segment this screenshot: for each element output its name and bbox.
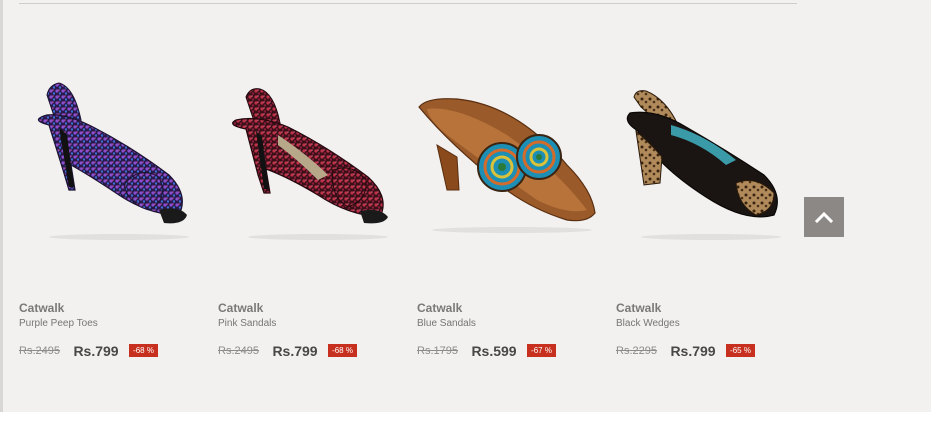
product-listing-page: Catwalk Purple Peep Toes Rs.2495 Rs.799 … (0, 0, 931, 422)
original-price: Rs.1795 (417, 344, 458, 357)
discount-badge: -67 % (527, 344, 556, 358)
price-row: Rs.2295 Rs.799 -65 % (616, 342, 755, 362)
sale-price: Rs.799 (670, 342, 716, 359)
product-brand[interactable]: Catwalk (19, 301, 64, 315)
product-card[interactable]: Catwalk Pink Sandals Rs.2495 Rs.799 -68 … (218, 65, 403, 370)
sale-price: Rs.599 (471, 342, 517, 359)
product-card[interactable]: Catwalk Black Wedges Rs.2295 Rs.799 -65 … (616, 65, 801, 370)
product-image-blue-sandals[interactable] (417, 65, 602, 245)
product-name[interactable]: Black Wedges (616, 318, 680, 329)
shoe-illustration (626, 90, 781, 240)
product-name[interactable]: Purple Peep Toes (19, 318, 98, 329)
product-card[interactable]: Catwalk Blue Sandals Rs.1795 Rs.599 -67 … (417, 65, 602, 370)
page-left-border (0, 0, 3, 412)
discount-badge: -65 % (726, 344, 755, 358)
product-image-pink-sandals[interactable] (218, 65, 403, 245)
product-brand[interactable]: Catwalk (616, 301, 661, 315)
price-row: Rs.2495 Rs.799 -68 % (19, 342, 158, 362)
sale-price: Rs.799 (272, 342, 318, 359)
original-price: Rs.2495 (218, 344, 259, 357)
product-image-black-wedges[interactable] (616, 65, 801, 245)
price-row: Rs.2495 Rs.799 -68 % (218, 342, 357, 362)
original-price: Rs.2295 (616, 344, 657, 357)
product-brand[interactable]: Catwalk (417, 301, 462, 315)
chevron-up-icon (814, 211, 834, 224)
shoe-illustration (418, 98, 596, 233)
product-name[interactable]: Pink Sandals (218, 318, 276, 329)
shoe-illustration (37, 82, 189, 240)
discount-badge: -68 % (328, 344, 357, 358)
section-divider (19, 3, 797, 4)
page-bottom-strip (0, 412, 931, 422)
sale-price: Rs.799 (73, 342, 119, 359)
original-price: Rs.2495 (19, 344, 60, 357)
discount-badge: -68 % (129, 344, 158, 358)
scroll-to-top-button[interactable] (804, 197, 844, 237)
shoe-illustration (232, 88, 388, 240)
product-image-purple-peep-toes[interactable] (19, 65, 204, 245)
product-card[interactable]: Catwalk Purple Peep Toes Rs.2495 Rs.799 … (19, 65, 204, 370)
product-name[interactable]: Blue Sandals (417, 318, 476, 329)
price-row: Rs.1795 Rs.599 -67 % (417, 342, 556, 362)
product-brand[interactable]: Catwalk (218, 301, 263, 315)
